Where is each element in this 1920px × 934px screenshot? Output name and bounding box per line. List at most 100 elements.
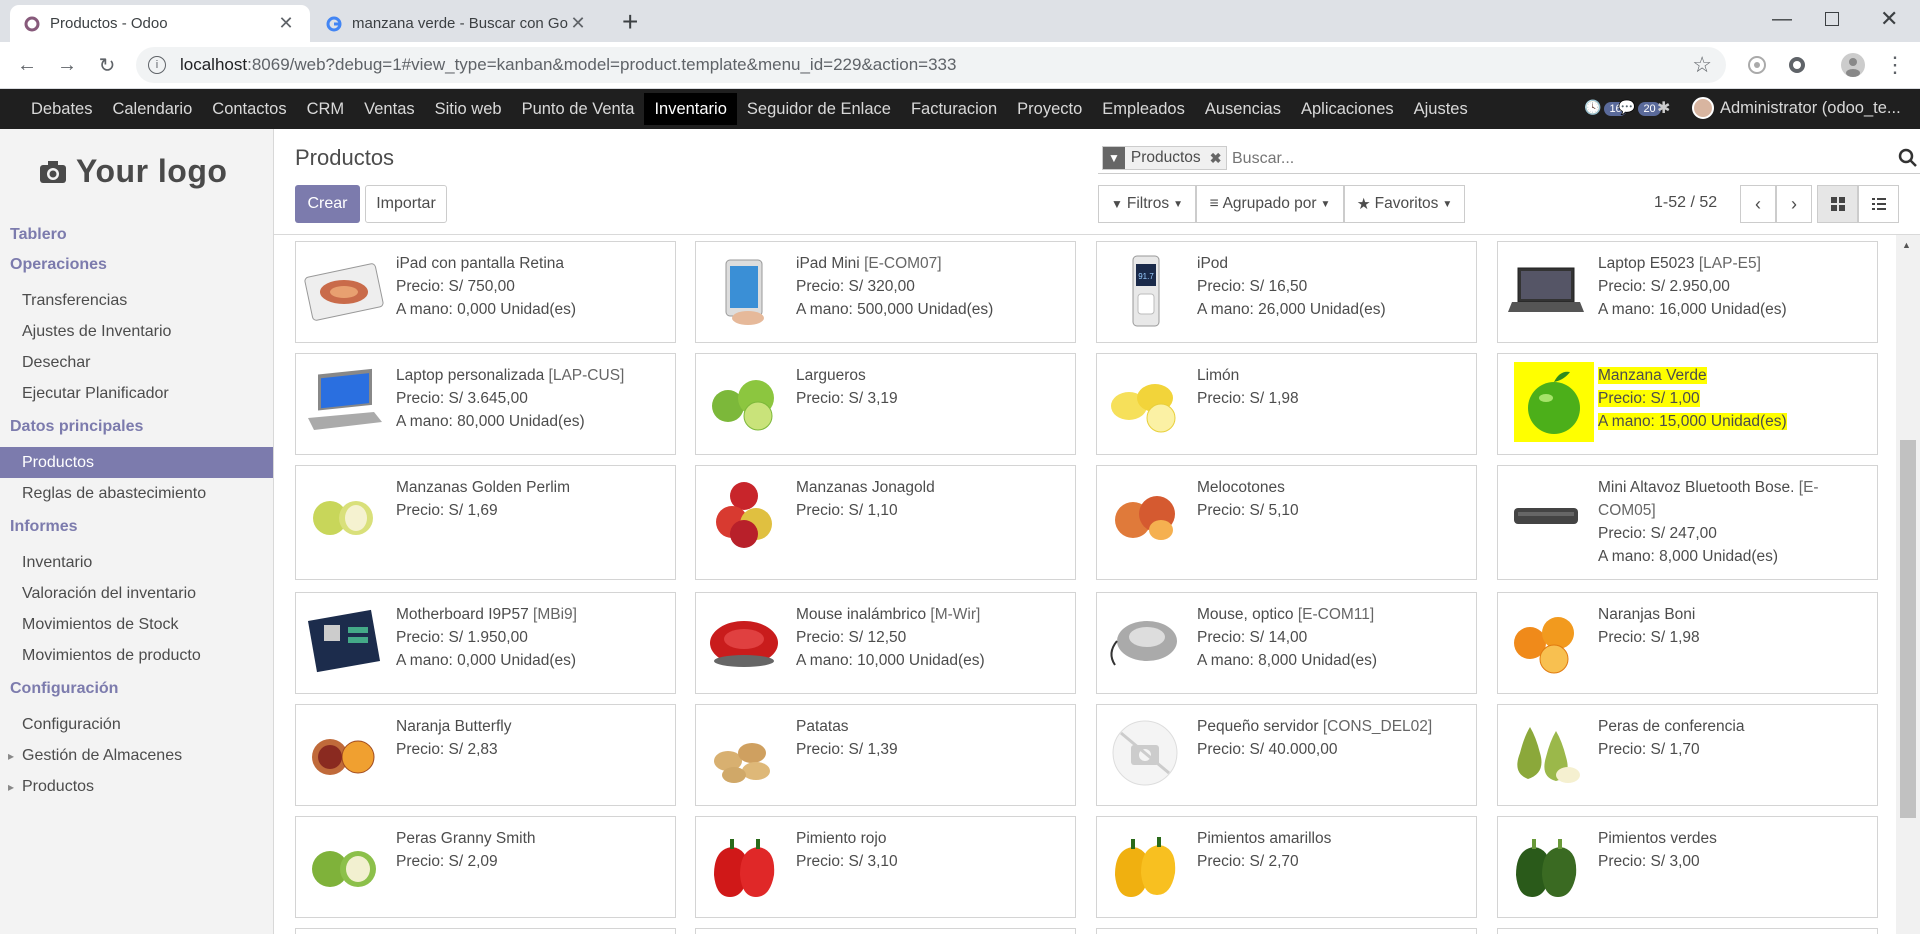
menu-item-punto-de-venta[interactable]: Punto de Venta — [512, 89, 645, 129]
product-card[interactable]: Peras de conferencia Precio: S/ 1,70 — [1497, 704, 1878, 806]
product-card[interactable]: Pimiento rojo Precio: S/ 3,10 — [695, 816, 1076, 918]
groupby-dropdown[interactable]: ≡ Agrupado por ▼ — [1196, 185, 1344, 223]
forward-icon[interactable]: → — [52, 50, 82, 80]
product-card[interactable]: Mouse, optico [E-COM11] Precio: S/ 14,00 A… — [1096, 592, 1477, 694]
menu-item-crm[interactable]: CRM — [297, 89, 355, 129]
minimize-icon[interactable]: — — [1772, 8, 1792, 31]
kanban-view-button[interactable] — [1817, 185, 1858, 223]
product-card[interactable]: Mini Altavoz Bluetooth Bose. [E-COM05] Pr… — [1497, 465, 1878, 580]
product-card[interactable]: Naranja Butterfly Precio: S/ 2,83 — [295, 704, 676, 806]
product-card-partial[interactable] — [695, 928, 1076, 934]
product-card[interactable]: Pimientos amarillos Precio: S/ 2,70 — [1096, 816, 1477, 918]
bookmark-star-icon[interactable]: ☆ — [1692, 52, 1712, 78]
menu-item-inventario[interactable]: Inventario — [644, 93, 737, 125]
menu-item-contactos[interactable]: Contactos — [202, 89, 296, 129]
pager-previous-button[interactable]: ‹ — [1740, 185, 1776, 223]
scrollbar-thumb[interactable] — [1900, 440, 1916, 818]
product-card[interactable]: Peras Granny Smith Precio: S/ 2,09 — [295, 816, 676, 918]
scroll-up-arrow-icon[interactable]: ▲ — [1902, 240, 1911, 250]
sidebar-section-1[interactable]: Operaciones — [0, 256, 107, 274]
app-menu: Debates Calendario Contactos CRM Ventas Sitio… — [0, 89, 1478, 129]
pager-value[interactable]: 1-52 / 52 — [1654, 194, 1717, 212]
sidebar-item-2-0[interactable]: Productos — [0, 447, 273, 478]
menu-item-calendario[interactable]: Calendario — [102, 89, 202, 129]
product-card[interactable]: Pimientos verdes Precio: S/ 3,00 — [1497, 816, 1878, 918]
expand-caret-icon[interactable]: ▸ — [8, 780, 14, 794]
sidebar-section-2[interactable]: Datos principales — [0, 418, 143, 436]
sidebar-item-4-1[interactable]: ▸ Gestión de Almacenes — [0, 740, 273, 771]
product-card[interactable]: Patatas Precio: S/ 1,39 — [695, 704, 1076, 806]
product-card[interactable]: Motherboard I9P57 [MBi9] Precio: S/ 1.950… — [295, 592, 676, 694]
product-card-partial[interactable] — [295, 928, 676, 934]
extension-icon-2[interactable] — [1782, 50, 1812, 80]
sidebar-item-1-2[interactable]: Desechar — [0, 347, 273, 378]
sidebar-item-2-1[interactable]: Reglas de abastecimiento — [0, 478, 273, 509]
product-card[interactable]: Melocotones Precio: S/ 5,10 — [1096, 465, 1477, 580]
messages-icon[interactable]: 💬 20 — [1618, 99, 1661, 116]
product-card-partial[interactable] — [1497, 928, 1878, 934]
sidebar-item-1-1[interactable]: Ajustes de Inventario — [0, 316, 273, 347]
browser-tab-odoo[interactable]: Productos - Odoo ✕ — [10, 5, 310, 42]
product-card[interactable]: 91.7 iPod Precio: S/ 16,50 A mano: 26,000 U… — [1096, 241, 1477, 343]
back-icon[interactable]: ← — [12, 50, 42, 80]
sidebar-section-4[interactable]: Configuración — [0, 680, 118, 698]
product-card[interactable]: Naranjas Boni Precio: S/ 1,98 — [1497, 592, 1878, 694]
favorites-dropdown[interactable]: ★ Favoritos ▼ — [1344, 185, 1465, 223]
product-card[interactable]: Manzana Verde Precio: S/ 1,00 A mano: 15,0… — [1497, 353, 1878, 455]
filters-dropdown[interactable]: ▼ Filtros ▼ — [1098, 185, 1196, 223]
new-tab-button[interactable]: + — [622, 6, 638, 38]
chrome-menu-icon[interactable]: ⋮ — [1880, 50, 1910, 80]
menu-item-empleados[interactable]: Empleados — [1092, 89, 1195, 129]
menu-item-ajustes[interactable]: Ajustes — [1404, 89, 1478, 129]
url-field[interactable]: i localhost:8069/web?debug=1#view_type=k… — [136, 47, 1726, 83]
sidebar-item-4-0[interactable]: Configuración — [0, 709, 273, 740]
debug-bug-icon[interactable]: ✱ — [1657, 98, 1670, 118]
sidebar-item-1-0[interactable]: Transferencias — [0, 285, 273, 316]
create-button[interactable]: Crear — [295, 185, 360, 223]
sidebar-section-3[interactable]: Informes — [0, 518, 78, 536]
close-window-icon[interactable]: ✕ — [1880, 6, 1898, 32]
product-card[interactable]: Pequeño servidor [CONS_DEL02] Precio: S/ … — [1096, 704, 1477, 806]
close-tab-icon[interactable]: ✕ — [568, 13, 588, 34]
search-icon[interactable] — [1898, 148, 1918, 168]
search-input[interactable] — [1232, 146, 1872, 172]
product-card[interactable]: Manzanas Jonagold Precio: S/ 1,10 — [695, 465, 1076, 580]
profile-icon[interactable] — [1838, 50, 1868, 80]
product-card-partial[interactable] — [1096, 928, 1477, 934]
sidebar-item-3-0[interactable]: Inventario — [0, 547, 273, 578]
close-tab-icon[interactable]: ✕ — [276, 13, 296, 34]
sidebar-item-3-2[interactable]: Movimientos de Stock — [0, 609, 273, 640]
sidebar-item-4-2[interactable]: ▸ Productos — [0, 771, 273, 802]
product-card[interactable]: Laptop E5023 [LAP-E5] Precio: S/ 2.950,00… — [1497, 241, 1878, 343]
product-card[interactable]: Largueros Precio: S/ 3,19 — [695, 353, 1076, 455]
restore-icon[interactable] — [1825, 12, 1839, 26]
product-card[interactable]: Manzanas Golden Perlim Precio: S/ 1,69 — [295, 465, 676, 580]
menu-item-proyecto[interactable]: Proyecto — [1007, 89, 1092, 129]
list-view-button[interactable] — [1858, 185, 1899, 223]
pager-next-button[interactable]: › — [1776, 185, 1812, 223]
remove-facet-icon[interactable]: ✖ — [1205, 150, 1227, 167]
menu-item-facturacion[interactable]: Facturacion — [901, 89, 1007, 129]
browser-tab-google[interactable]: manzana verde - Buscar con Goo ✕ — [312, 5, 602, 42]
menu-item-ventas[interactable]: Ventas — [354, 89, 424, 129]
info-icon[interactable]: i — [148, 56, 166, 74]
sidebar-item-3-1[interactable]: Valoración del inventario — [0, 578, 273, 609]
menu-item-aplicaciones[interactable]: Aplicaciones — [1291, 89, 1404, 129]
menu-item-ausencias[interactable]: Ausencias — [1195, 89, 1291, 129]
product-card[interactable]: Limón Precio: S/ 1,98 — [1096, 353, 1477, 455]
menu-item-seguidor-de-enlace[interactable]: Seguidor de Enlace — [737, 89, 901, 129]
menu-item-debates[interactable]: Debates — [21, 89, 102, 129]
import-button[interactable]: Importar — [365, 185, 447, 223]
sidebar-section-0[interactable]: Tablero — [0, 226, 67, 244]
product-card[interactable]: Mouse inalámbrico [M-Wir] Precio: S/ 12,5… — [695, 592, 1076, 694]
sidebar-item-1-3[interactable]: Ejecutar Planificador — [0, 378, 273, 409]
product-card[interactable]: Laptop personalizada [LAP-CUS] Precio: S/… — [295, 353, 676, 455]
extension-icon[interactable] — [1742, 50, 1772, 80]
menu-item-sitio-web[interactable]: Sitio web — [425, 89, 512, 129]
user-menu[interactable]: Administrator (odoo_te... — [1692, 97, 1901, 119]
expand-caret-icon[interactable]: ▸ — [8, 749, 14, 763]
product-card[interactable]: iPad Mini [E-COM07] Precio: S/ 320,00 A ma… — [695, 241, 1076, 343]
reload-icon[interactable]: ↻ — [92, 50, 122, 80]
sidebar-item-3-3[interactable]: Movimientos de producto — [0, 640, 273, 671]
product-card[interactable]: iPad con pantalla Retina Precio: S/ 750,0… — [295, 241, 676, 343]
